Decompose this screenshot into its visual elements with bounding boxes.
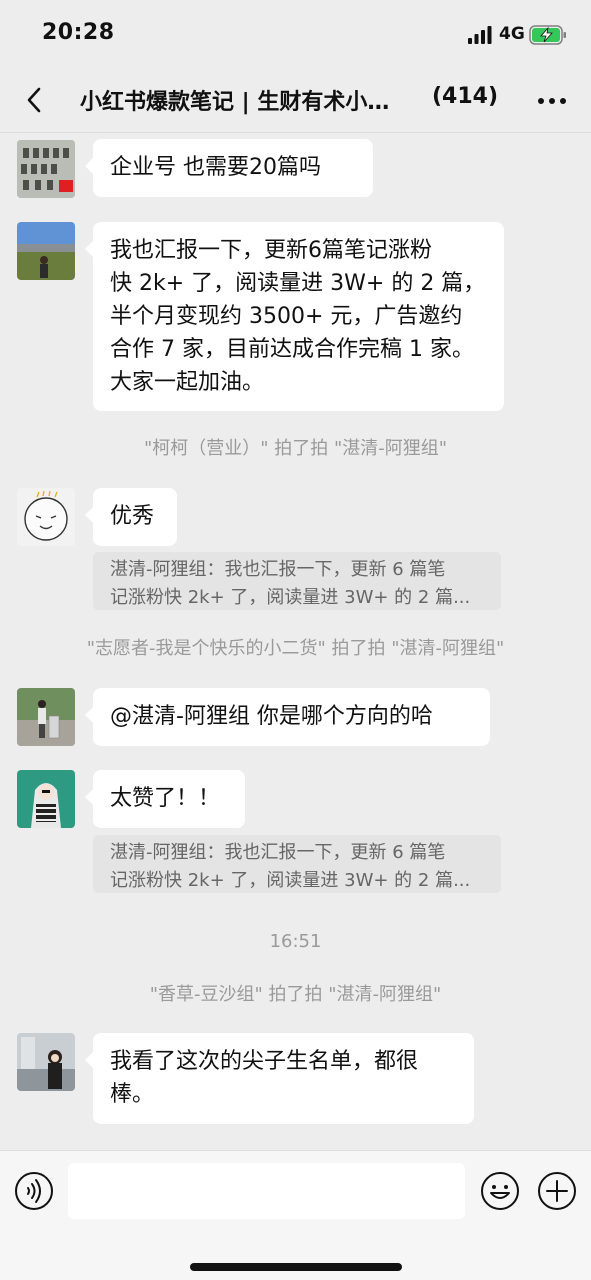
- chat-title[interactable]: 小红书爆款笔记 | 生财有术小…: [80, 84, 420, 116]
- status-bar: 20:28 4G: [0, 0, 591, 70]
- message-bubble[interactable]: 我也汇报一下，更新6篇笔记涨粉 快 2k+ 了，阅读量进 3W+ 的 2 篇， …: [85, 222, 504, 411]
- message-text-line: 快 2k+ 了，阅读量进 3W+ 的 2 篇，: [110, 271, 486, 296]
- quote-text-line: 记涨粉快 2k+ 了，阅读量进 3W+ 的 2 篇...: [110, 870, 471, 891]
- timestamp: 16:51: [269, 931, 322, 952]
- more-dots-icon: [538, 98, 566, 104]
- network-type: 4G: [499, 24, 525, 44]
- system-note: "香草-豆沙组" 拍了拍 "湛清-阿狸组": [149, 984, 442, 1005]
- message-bubble[interactable]: 优秀: [85, 488, 177, 546]
- emoji-icon[interactable]: [480, 1171, 520, 1211]
- message-bubble[interactable]: @湛清-阿狸组 你是哪个方向的哈: [85, 688, 490, 746]
- avatar[interactable]: [17, 222, 75, 280]
- quote-text-line: 湛清-阿狸组：我也汇报一下，更新 6 篇笔: [110, 842, 446, 863]
- nav-bar: 小红书爆款笔记 | 生财有术小… (414): [0, 70, 591, 133]
- message-input[interactable]: [68, 1163, 465, 1219]
- input-bar: [0, 1150, 591, 1280]
- message-text: 企业号 也需要20篇吗: [110, 155, 321, 180]
- message-text: @湛清-阿狸组 你是哪个方向的哈: [110, 704, 433, 729]
- message-bubble[interactable]: 太赞了！！: [85, 770, 245, 828]
- member-count: (414): [432, 84, 499, 109]
- status-time: 20:28: [42, 20, 115, 45]
- message-bubble[interactable]: 企业号 也需要20篇吗: [85, 139, 373, 197]
- home-indicator: [190, 1263, 402, 1271]
- message-text-line: 合作 7 家，目前达成合作完稿 1 家。: [110, 337, 474, 362]
- message-text-line: 大家一起加油。: [110, 370, 265, 395]
- plus-icon[interactable]: [537, 1171, 577, 1211]
- quoted-message[interactable]: 湛清-阿狸组：我也汇报一下，更新 6 篇笔 记涨粉快 2k+ 了，阅读量进 3W…: [93, 835, 501, 893]
- message-text: 太赞了！！: [110, 786, 221, 811]
- more-button[interactable]: [532, 84, 572, 118]
- avatar[interactable]: [17, 770, 75, 828]
- system-note: "志愿者-我是个快乐的小二货" 拍了拍 "湛清-阿狸组": [86, 638, 505, 659]
- back-button[interactable]: [14, 78, 54, 122]
- message-text-line: 棒。: [110, 1082, 155, 1107]
- avatar[interactable]: [17, 140, 75, 198]
- system-note: "柯柯（营业）" 拍了拍 "湛清-阿狸组": [143, 438, 448, 459]
- signal-icon: [468, 26, 492, 44]
- chat-screen: 20:28 4G 小红书爆款笔记 | 生财有术小… (414) 企业号 也需要2…: [0, 0, 591, 1280]
- quote-text-line: 记涨粉快 2k+ 了，阅读量进 3W+ 的 2 篇...: [110, 587, 471, 608]
- avatar[interactable]: [17, 488, 75, 546]
- avatar[interactable]: [17, 1033, 75, 1091]
- quote-text-line: 湛清-阿狸组：我也汇报一下，更新 6 篇笔: [110, 559, 446, 580]
- message-bubble[interactable]: 我看了这次的尖子生名单，都很 棒。: [85, 1033, 474, 1124]
- message-text-line: 我也汇报一下，更新6篇笔记涨粉: [110, 238, 432, 263]
- quoted-message[interactable]: 湛清-阿狸组：我也汇报一下，更新 6 篇笔 记涨粉快 2k+ 了，阅读量进 3W…: [93, 552, 501, 610]
- battery-charging-icon: [529, 25, 566, 45]
- back-chevron-icon: [27, 87, 41, 113]
- message-text-line: 半个月变现约 3500+ 元，广告邀约: [110, 304, 463, 329]
- avatar[interactable]: [17, 688, 75, 746]
- voice-icon[interactable]: [14, 1171, 54, 1211]
- message-text-line: 我看了这次的尖子生名单，都很: [110, 1049, 419, 1074]
- message-text: 优秀: [110, 504, 155, 529]
